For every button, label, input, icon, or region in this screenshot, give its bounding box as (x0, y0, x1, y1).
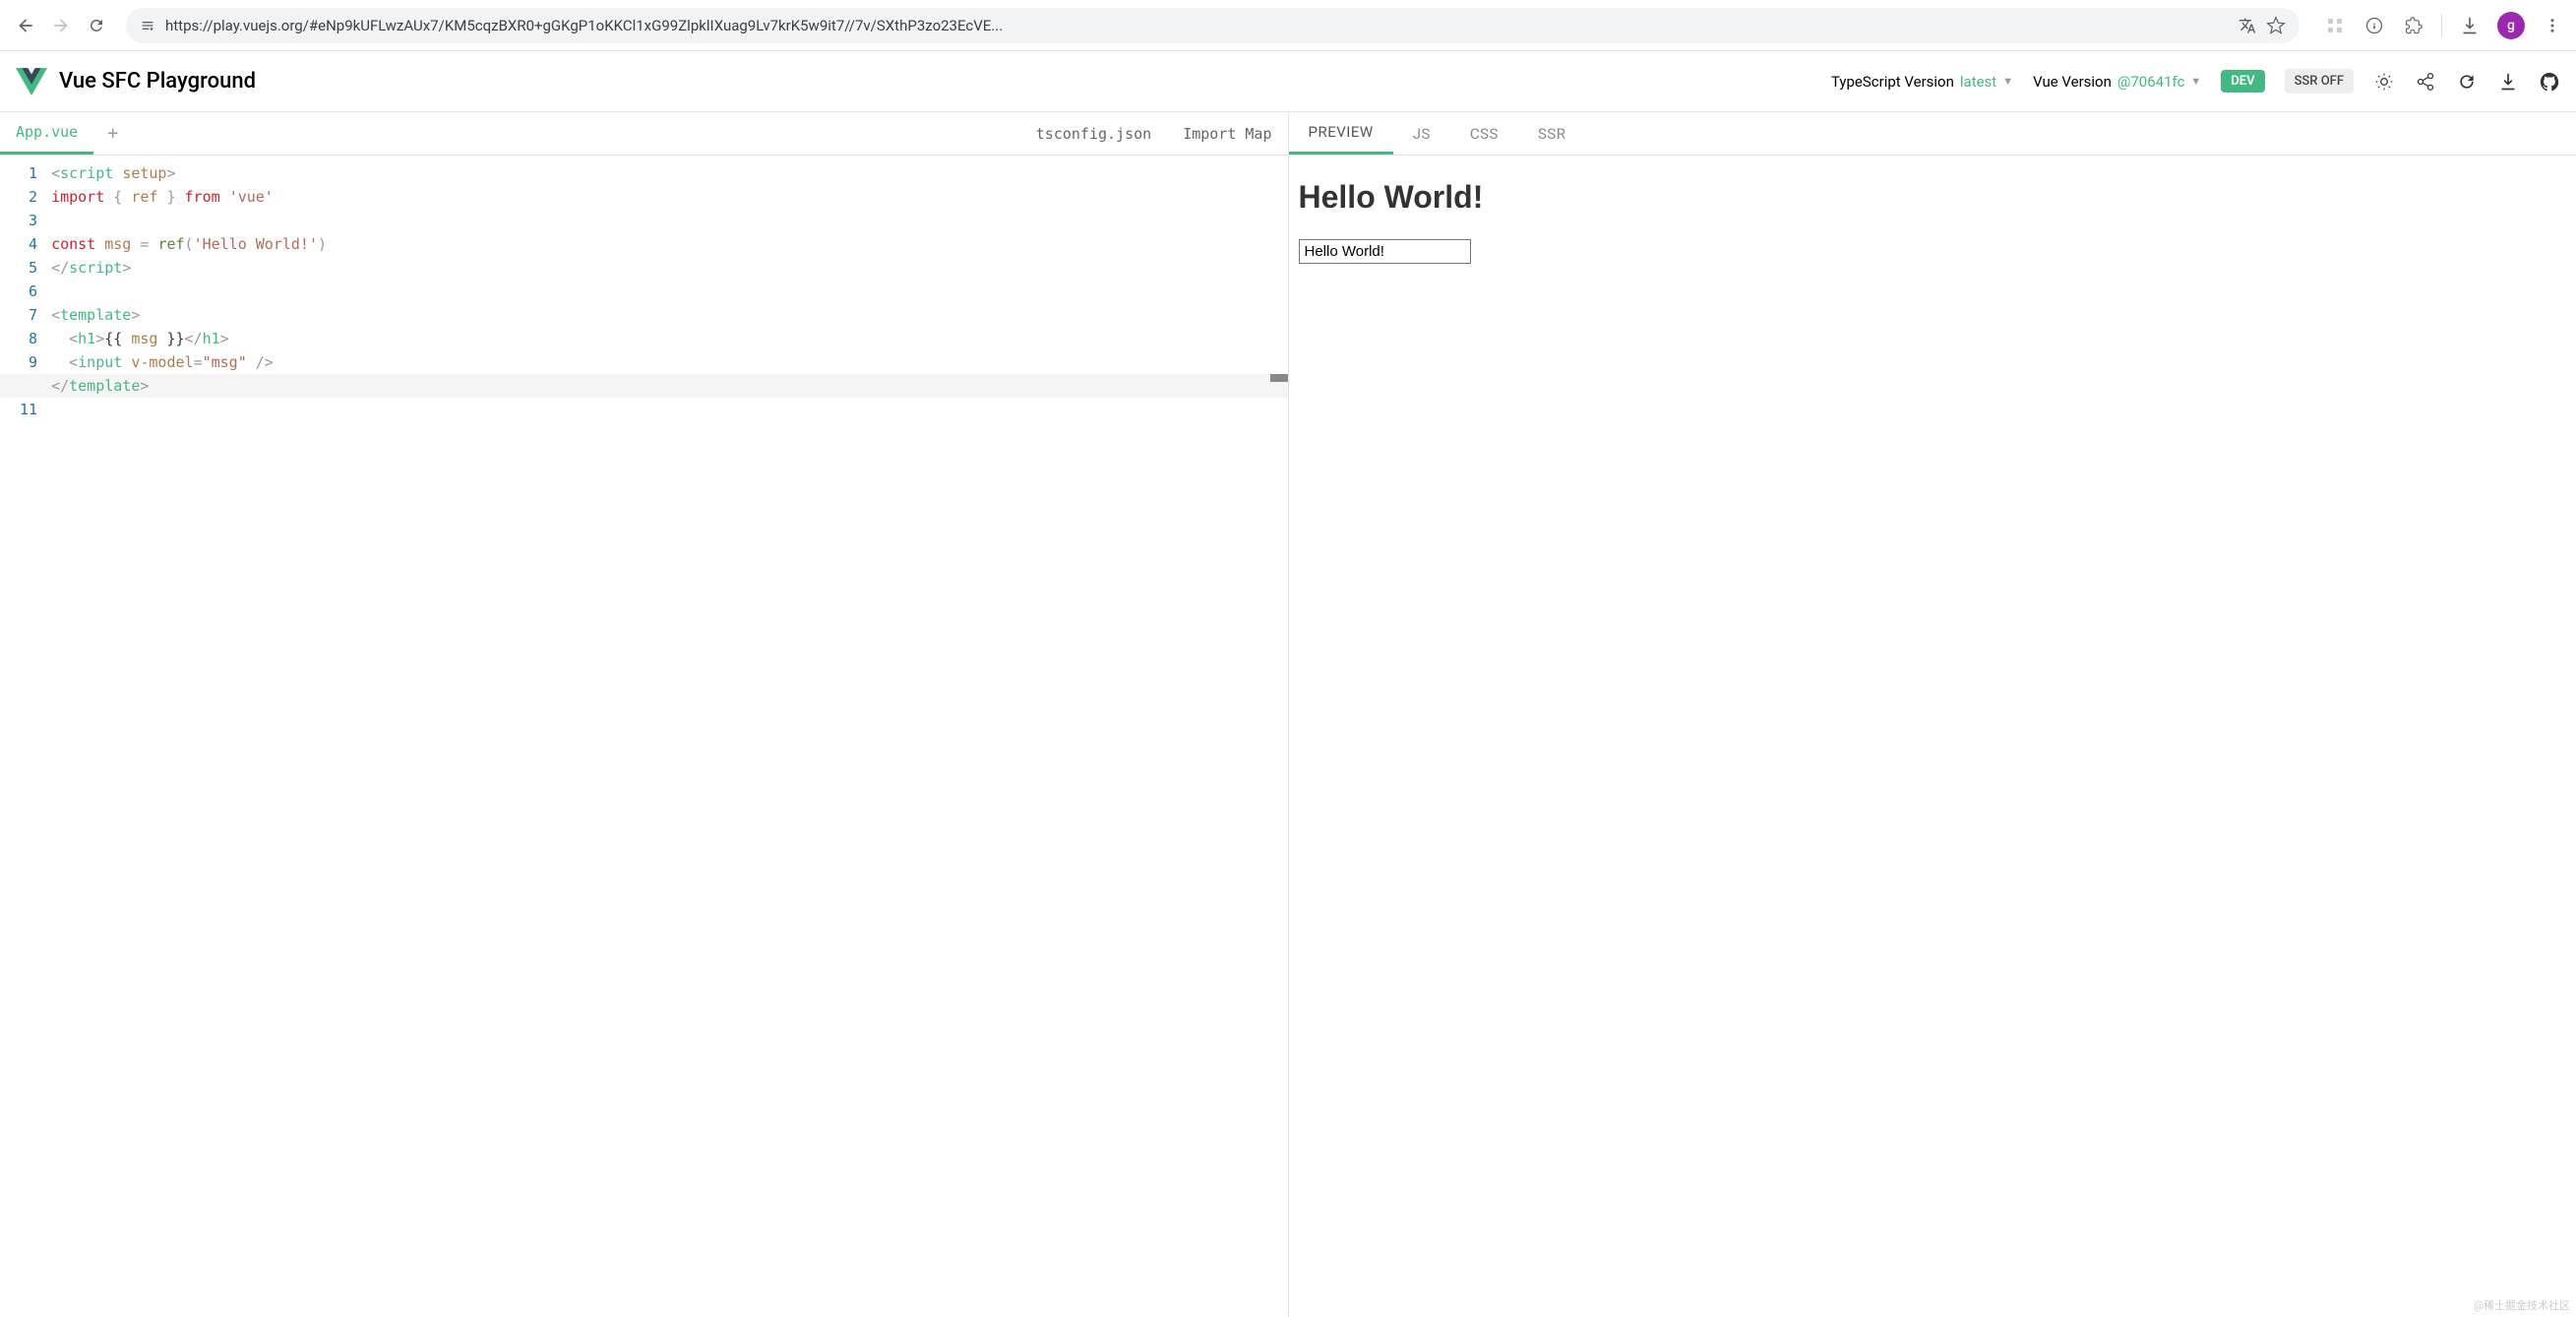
site-settings-icon[interactable] (140, 18, 155, 33)
header-left: Vue SFC Playground (16, 68, 256, 95)
editor-pane: App.vue + tsconfig.json Import Map 1 2 3… (0, 112, 1289, 1317)
ssr-toggle[interactable]: SSR OFF (2285, 69, 2354, 94)
address-bar[interactable]: https://play.vuejs.org/#eNp9kUFLwzAUx7/K… (126, 8, 2300, 43)
account-icon[interactable] (2362, 14, 2386, 37)
forward-button[interactable] (47, 12, 75, 39)
tab-js[interactable]: JS (1393, 112, 1450, 155)
vue-logo-icon (16, 68, 47, 95)
editor-tabs: App.vue + tsconfig.json Import Map (0, 112, 1288, 156)
main-content: App.vue + tsconfig.json Import Map 1 2 3… (0, 112, 2576, 1317)
profile-avatar[interactable]: g (2497, 12, 2525, 39)
tab-import-map[interactable]: Import Map (1167, 115, 1287, 153)
app-title: Vue SFC Playground (59, 69, 256, 94)
refresh-icon[interactable] (2456, 71, 2478, 93)
preview-input[interactable] (1299, 239, 1471, 264)
add-tab-button[interactable]: + (93, 113, 132, 154)
url-text: https://play.vuejs.org/#eNp9kUFLwzAUx7/K… (165, 17, 2229, 34)
reload-button[interactable] (83, 12, 110, 39)
extensions-icon[interactable] (2402, 14, 2425, 37)
dev-toggle[interactable]: DEV (2221, 70, 2264, 93)
divider (2441, 14, 2442, 37)
watermark: @稀土掘金技术社区 (2474, 1297, 2570, 1313)
app-header: Vue SFC Playground TypeScript Version la… (0, 51, 2576, 112)
bookmark-icon[interactable] (2266, 16, 2286, 35)
browser-toolbar: https://play.vuejs.org/#eNp9kUFLwzAUx7/K… (0, 0, 2576, 51)
tab-css[interactable]: CSS (1450, 112, 1518, 155)
menu-icon[interactable] (2541, 14, 2564, 37)
tab-app-vue[interactable]: App.vue (0, 112, 93, 155)
extension-dots-icon[interactable] (2323, 14, 2347, 37)
tab-preview[interactable]: PREVIEW (1289, 112, 1393, 155)
downloads-icon[interactable] (2458, 14, 2482, 37)
chevron-down-icon: ▼ (2002, 75, 2013, 88)
back-button[interactable] (12, 12, 39, 39)
github-icon[interactable] (2539, 71, 2560, 93)
preview-pane: PREVIEW JS CSS SSR Hello World! (1289, 112, 2576, 1317)
preview-output: Hello World! (1289, 156, 2576, 1317)
download-icon[interactable] (2497, 71, 2519, 93)
code-content: <script setup> import { ref } from 'vue'… (51, 156, 1287, 1317)
code-editor[interactable]: 1 2 3 4 5 6 7 8 9 10 11 <script setup> i… (0, 156, 1288, 1317)
tab-ssr[interactable]: SSR (1518, 112, 1586, 155)
preview-tabs: PREVIEW JS CSS SSR (1289, 112, 2576, 156)
chevron-down-icon: ▼ (2190, 75, 2201, 88)
vue-version-selector[interactable]: Vue Version @70641fc ▼ (2033, 73, 2201, 91)
line-gutter: 1 2 3 4 5 6 7 8 9 10 11 (0, 156, 51, 1317)
preview-heading: Hello World! (1299, 179, 2567, 216)
header-right: TypeScript Version latest ▼ Vue Version … (1831, 69, 2560, 94)
translate-icon[interactable] (2239, 17, 2256, 34)
tab-tsconfig[interactable]: tsconfig.json (1020, 115, 1167, 153)
theme-icon[interactable] (2373, 71, 2395, 93)
share-icon[interactable] (2415, 71, 2436, 93)
chrome-actions: g (2315, 12, 2564, 39)
typescript-version-selector[interactable]: TypeScript Version latest ▼ (1831, 73, 2013, 91)
